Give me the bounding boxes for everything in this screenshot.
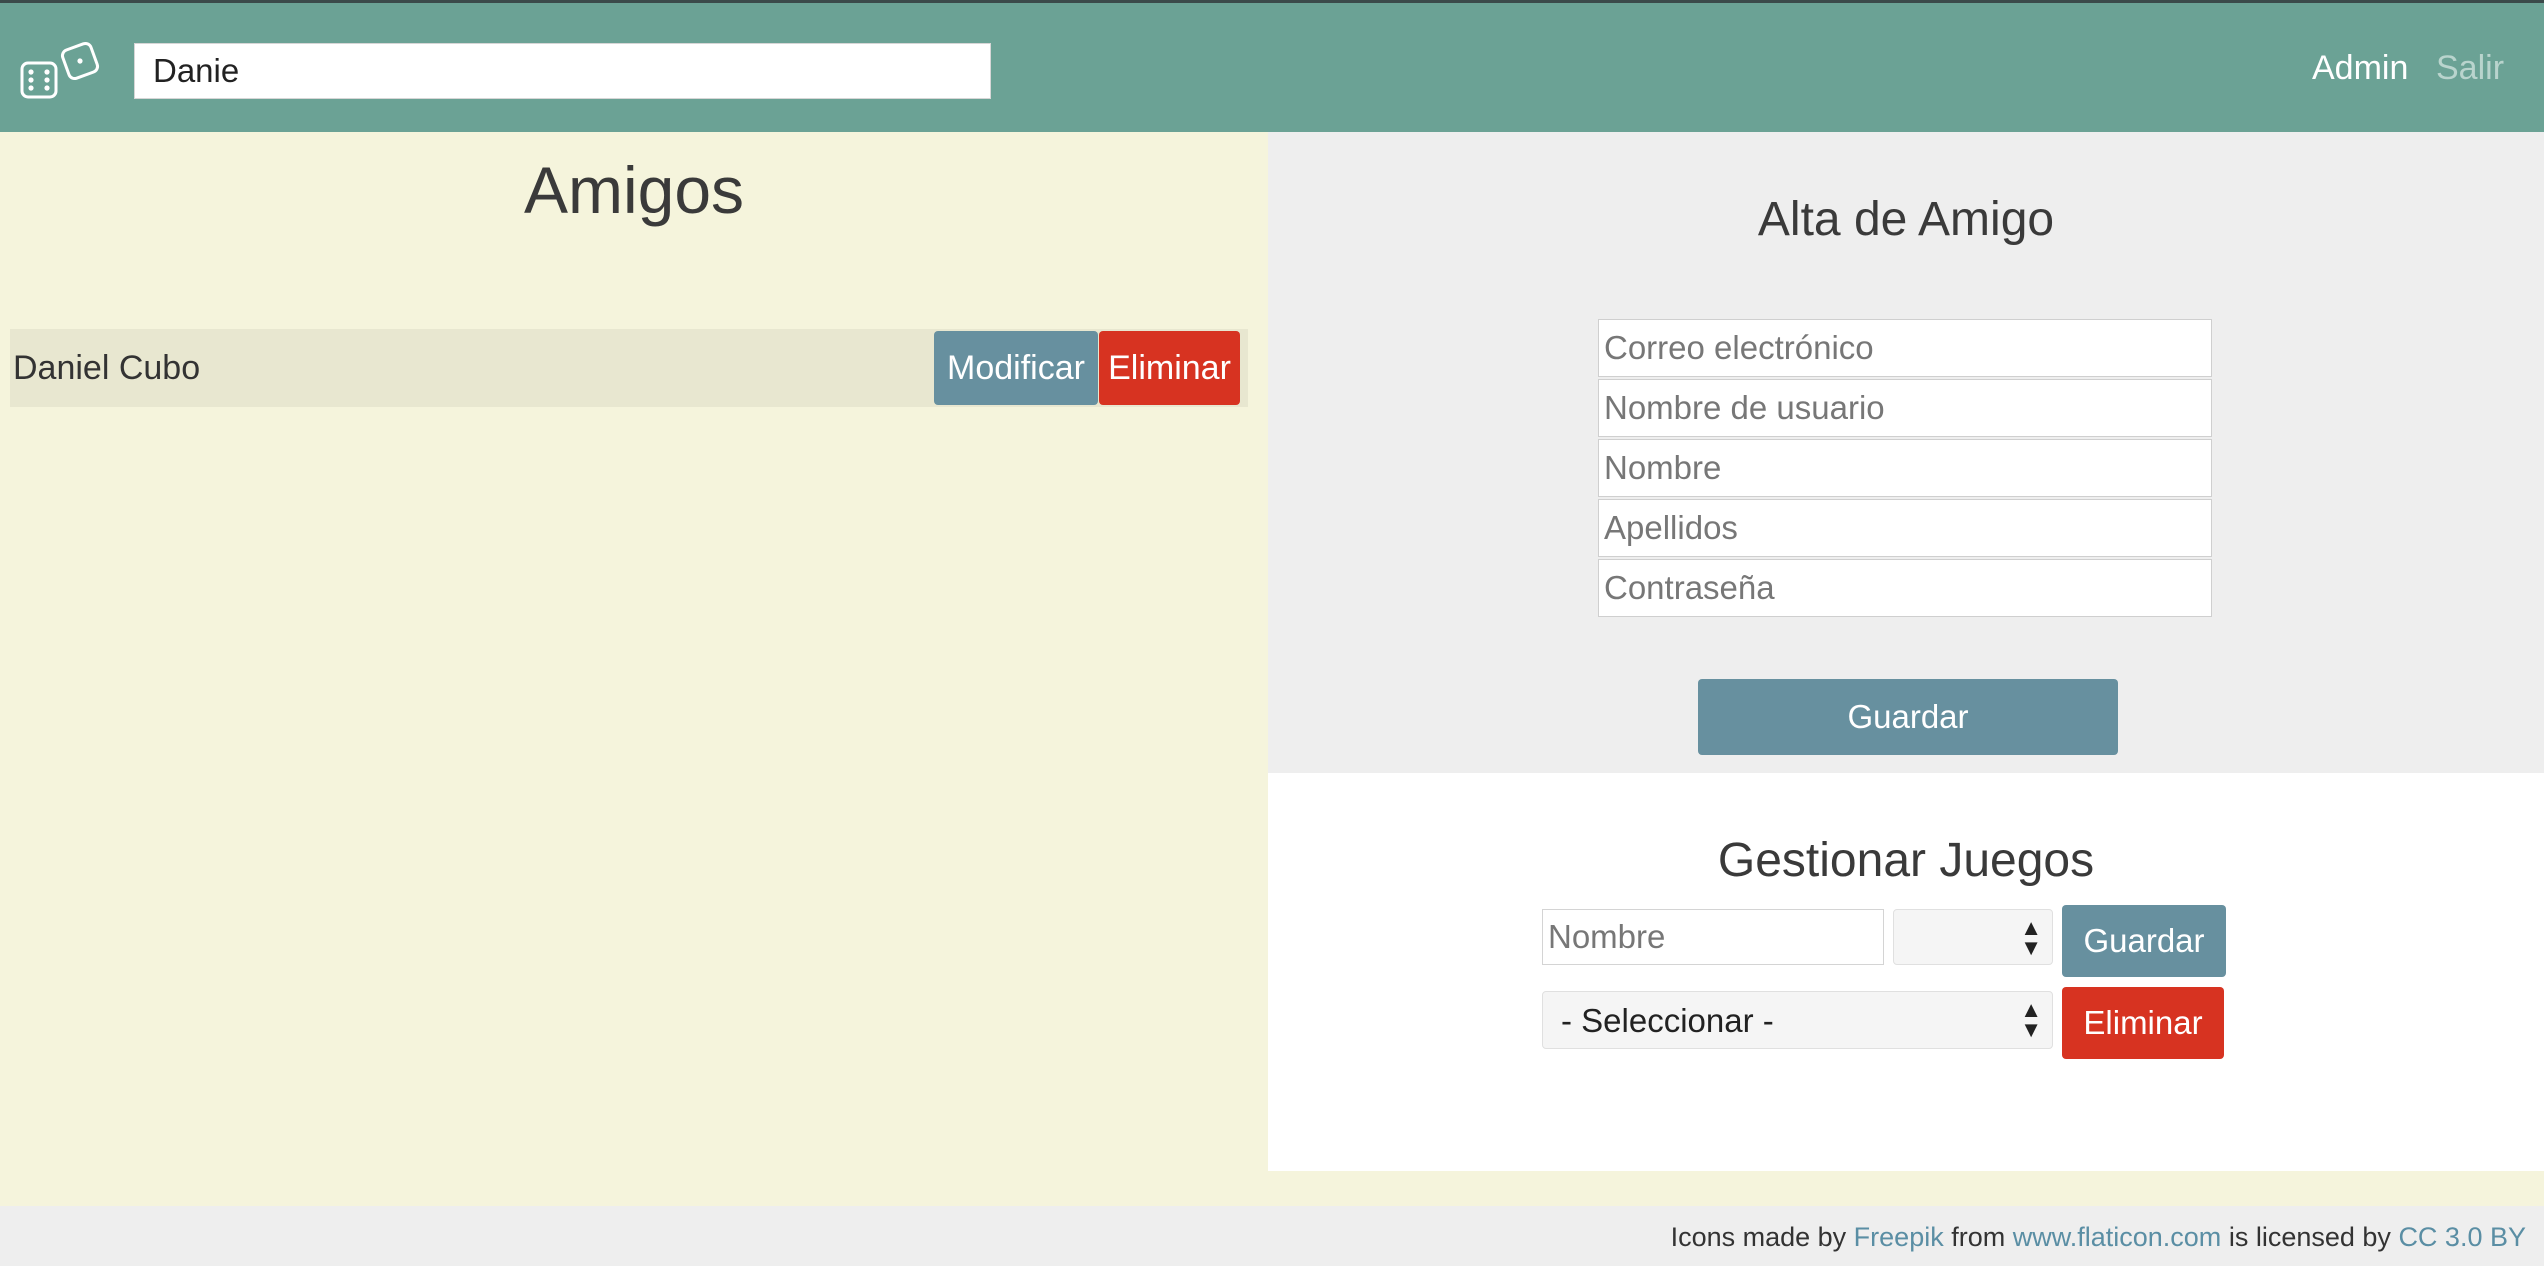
nav-logout-link[interactable]: Salir [2436,49,2504,88]
nav-admin-link[interactable]: Admin [2312,49,2408,88]
game-name-field[interactable] [1542,909,1884,965]
delete-game-button[interactable]: Eliminar [2062,987,2224,1059]
password-field[interactable] [1598,559,2212,617]
footer-licensed: is licensed by [2228,1222,2391,1252]
footer: Icons made by Freepik from www.flaticon.… [0,1206,2544,1266]
manage-games-panel: Gestionar Juegos ▲▼ Guardar - Selecciona… [1268,773,2544,1171]
game-type-select[interactable]: ▲ ▼ [1893,909,2053,965]
select-arrows-icon: ▲ ▼ [2020,915,2042,960]
email-field[interactable] [1598,319,2212,377]
lastname-field[interactable] [1598,499,2212,557]
delete-friend-button[interactable]: Eliminar [1099,331,1240,405]
freepik-link[interactable]: Freepik [1854,1222,1944,1252]
footer-attribution: Icons made by Freepik from www.flaticon.… [1671,1222,2526,1253]
game-select-value: - Seleccionar - [1561,1002,1774,1039]
select-arrows-icon: ▲ ▼ [2020,997,2042,1042]
search-input[interactable] [134,43,991,99]
manage-games-title: Gestionar Juegos [1717,834,2095,887]
flaticon-link[interactable]: www.flaticon.com [2013,1222,2222,1252]
add-friend-title: Alta de Amigo [1757,193,2055,246]
add-friend-panel: Alta de Amigo Guardar [1268,132,2544,773]
friend-row: Daniel Cubo Modificar Eliminar [10,329,1248,407]
game-select[interactable]: - Seleccionar - ▲ ▼ [1542,991,2053,1049]
name-field[interactable] [1598,439,2212,497]
top-bar: Admin Salir [0,0,2544,132]
footer-prefix: Icons made by [1670,1222,1847,1252]
save-game-button[interactable]: Guardar [2062,905,2226,977]
footer-from: from [1951,1222,2006,1252]
save-friend-button[interactable]: Guardar [1698,679,2118,755]
username-field[interactable] [1598,379,2212,437]
dice-icon[interactable] [18,37,108,107]
edit-friend-button[interactable]: Modificar [934,331,1098,405]
friend-name: Daniel Cubo [13,349,201,387]
license-link[interactable]: CC 3.0 BY [2398,1222,2526,1252]
friends-title: Amigos [523,153,745,227]
